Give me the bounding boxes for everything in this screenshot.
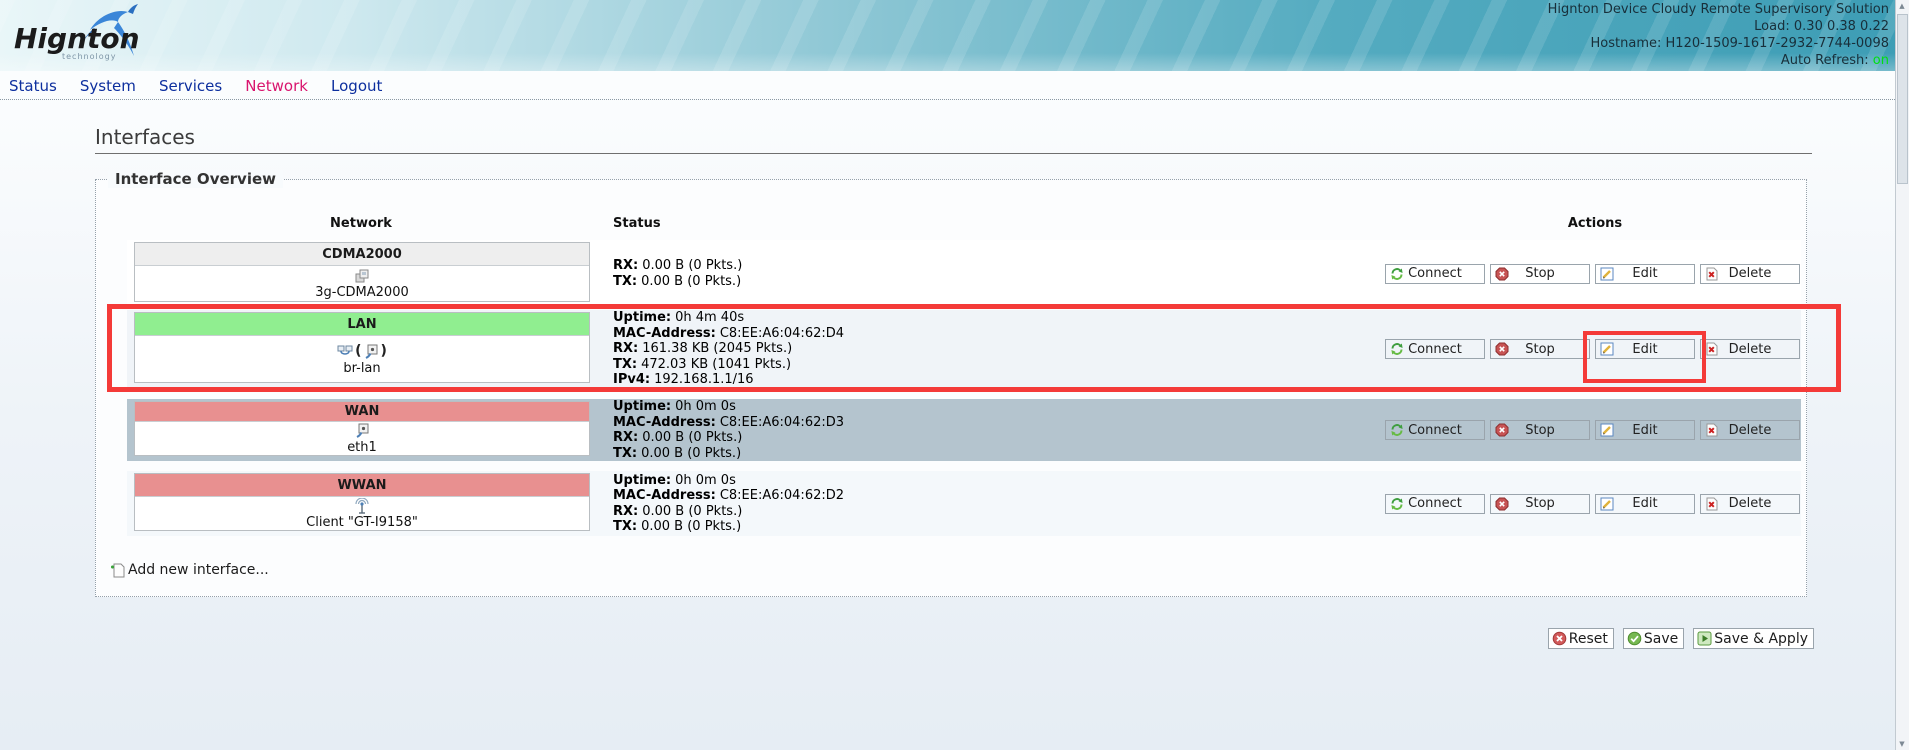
interface-name: br-lan: [343, 361, 380, 376]
connect-icon: [1390, 423, 1404, 437]
table-row-cdma2000: CDMA2000 3g-CDMA2000 RX:0.00 B (0 Pkts.)…: [127, 240, 1801, 307]
actions-cell: Connect Stop Edit Delete: [1385, 471, 1801, 536]
scrollbar-thumb[interactable]: [1897, 14, 1908, 184]
fieldset-legend: Interface Overview: [108, 170, 283, 188]
column-header-network: Network: [134, 216, 588, 231]
autorefresh-line: Auto Refresh: on: [1548, 52, 1889, 69]
ethernet-icon: [355, 423, 370, 438]
footer-buttons: Reset Save Save & Apply: [1548, 628, 1814, 649]
network-cell: CDMA2000 3g-CDMA2000: [134, 242, 590, 302]
table-row-wan: WAN eth1 Uptime:0h 0m 0s MAC-Address:C8:…: [127, 399, 1801, 461]
status-cell: Uptime:0h 0m 0s MAC-Address:C8:EE:A6:04:…: [613, 399, 1373, 461]
edit-icon: [1600, 342, 1614, 356]
column-header-status: Status: [613, 216, 661, 231]
actions-cell: Connect Stop Edit Delete: [1385, 399, 1801, 461]
save-button[interactable]: Save: [1623, 628, 1684, 649]
delete-button[interactable]: Delete: [1700, 264, 1800, 284]
3g-modem-icon: [354, 268, 370, 284]
nav-item-status[interactable]: Status: [0, 71, 66, 95]
delete-button[interactable]: Delete: [1700, 420, 1800, 440]
delete-icon: [1705, 267, 1719, 281]
save-icon: [1627, 631, 1642, 646]
nav-item-system[interactable]: System: [71, 71, 145, 95]
brand-name: Hignton: [14, 22, 140, 55]
nav-item-network[interactable]: Network: [236, 71, 317, 95]
interface-name: 3g-CDMA2000: [315, 285, 409, 300]
connect-icon: [1390, 497, 1404, 511]
connect-icon: [1390, 267, 1404, 281]
network-cell: LAN ( ) br-lan: [134, 312, 590, 383]
ethernet-port-icon: [364, 344, 379, 359]
stop-button[interactable]: Stop: [1490, 264, 1590, 284]
stop-icon: [1495, 267, 1509, 281]
reset-icon: [1552, 631, 1567, 646]
network-name-band: WWAN: [135, 474, 589, 497]
connect-button[interactable]: Connect: [1385, 339, 1485, 359]
save-apply-button[interactable]: Save & Apply: [1693, 628, 1814, 649]
network-name-band: LAN: [135, 313, 589, 336]
interface-name: eth1: [347, 440, 377, 455]
status-cell: RX:0.00 B (0 Pkts.) TX:0.00 B (0 Pkts.): [613, 240, 1373, 307]
wireless-icon: [354, 498, 370, 514]
paren-open: (: [355, 343, 361, 359]
stop-button[interactable]: Stop: [1490, 494, 1590, 514]
status-cell: Uptime:0h 0m 0s MAC-Address:C8:EE:A6:04:…: [613, 471, 1373, 536]
hignton-logo: Hignton technology: [14, 4, 184, 66]
delete-button[interactable]: Delete: [1700, 494, 1800, 514]
connect-icon: [1390, 342, 1404, 356]
edit-icon: [1600, 267, 1614, 281]
device-title: Hignton Device Cloudy Remote Supervisory…: [1548, 1, 1889, 18]
vertical-scrollbar[interactable]: ▲ ▼: [1895, 0, 1909, 750]
network-cell: WAN eth1: [134, 401, 590, 456]
connect-button[interactable]: Connect: [1385, 264, 1485, 284]
save-apply-icon: [1697, 631, 1712, 646]
scroll-down-arrow[interactable]: ▼: [1896, 740, 1908, 748]
edit-button-lan[interactable]: Edit: [1595, 339, 1695, 359]
delete-icon: [1705, 497, 1719, 511]
delete-icon: [1705, 342, 1719, 356]
column-header-actions: Actions: [1390, 216, 1800, 231]
brand-subtitle: technology: [62, 52, 116, 61]
stop-button[interactable]: Stop: [1490, 339, 1590, 359]
connect-button[interactable]: Connect: [1385, 494, 1485, 514]
delete-icon: [1705, 423, 1719, 437]
reset-button[interactable]: Reset: [1548, 628, 1614, 649]
edit-button[interactable]: Edit: [1595, 264, 1695, 284]
nav-item-logout[interactable]: Logout: [322, 71, 391, 95]
router-admin-page: Hignton technology Hignton Device Cloudy…: [0, 0, 1909, 750]
add-icon: [110, 562, 126, 578]
table-row-lan: LAN ( ) br-lan Uptime:0h 4m 40s MAC-Addr…: [127, 310, 1801, 388]
title-divider: [95, 153, 1812, 154]
actions-cell: Connect Stop Edit Delete: [1385, 310, 1801, 388]
edit-button[interactable]: Edit: [1595, 420, 1695, 440]
load-line: Load: 0.30 0.38 0.22: [1548, 18, 1889, 35]
stop-icon: [1495, 497, 1509, 511]
stop-button[interactable]: Stop: [1490, 420, 1590, 440]
connect-button[interactable]: Connect: [1385, 420, 1485, 440]
edit-icon: [1600, 423, 1614, 437]
network-name-band: WAN: [135, 402, 589, 422]
interface-name: Client "GT-I9158": [306, 515, 418, 530]
status-cell: Uptime:0h 4m 40s MAC-Address:C8:EE:A6:04…: [613, 310, 1373, 388]
scroll-up-arrow[interactable]: ▲: [1896, 2, 1908, 10]
system-info-block: Hignton Device Cloudy Remote Supervisory…: [1548, 1, 1889, 69]
table-row-wwan: WWAN Client "GT-I9158" Uptime:0h 0m 0s M…: [127, 471, 1801, 536]
stop-icon: [1495, 423, 1509, 437]
bridge-icon: [337, 343, 353, 359]
actions-cell: Connect Stop Edit Delete: [1385, 240, 1801, 307]
network-cell: WWAN Client "GT-I9158": [134, 473, 590, 531]
edit-icon: [1600, 497, 1614, 511]
page-title: Interfaces: [95, 125, 195, 149]
header-banner: Hignton technology Hignton Device Cloudy…: [0, 0, 1909, 71]
add-new-interface-link[interactable]: Add new interface...: [110, 562, 269, 578]
delete-button[interactable]: Delete: [1700, 339, 1800, 359]
network-name-band: CDMA2000: [135, 243, 589, 266]
stop-icon: [1495, 342, 1509, 356]
nav-item-services[interactable]: Services: [150, 71, 231, 95]
paren-close: ): [381, 343, 387, 359]
hostname-line: Hostname: H120-1509-1617-2932-7744-0098: [1548, 35, 1889, 52]
autorefresh-status: on: [1873, 53, 1889, 68]
main-nav: Status System Services Network Logout: [0, 71, 1909, 100]
edit-button[interactable]: Edit: [1595, 494, 1695, 514]
